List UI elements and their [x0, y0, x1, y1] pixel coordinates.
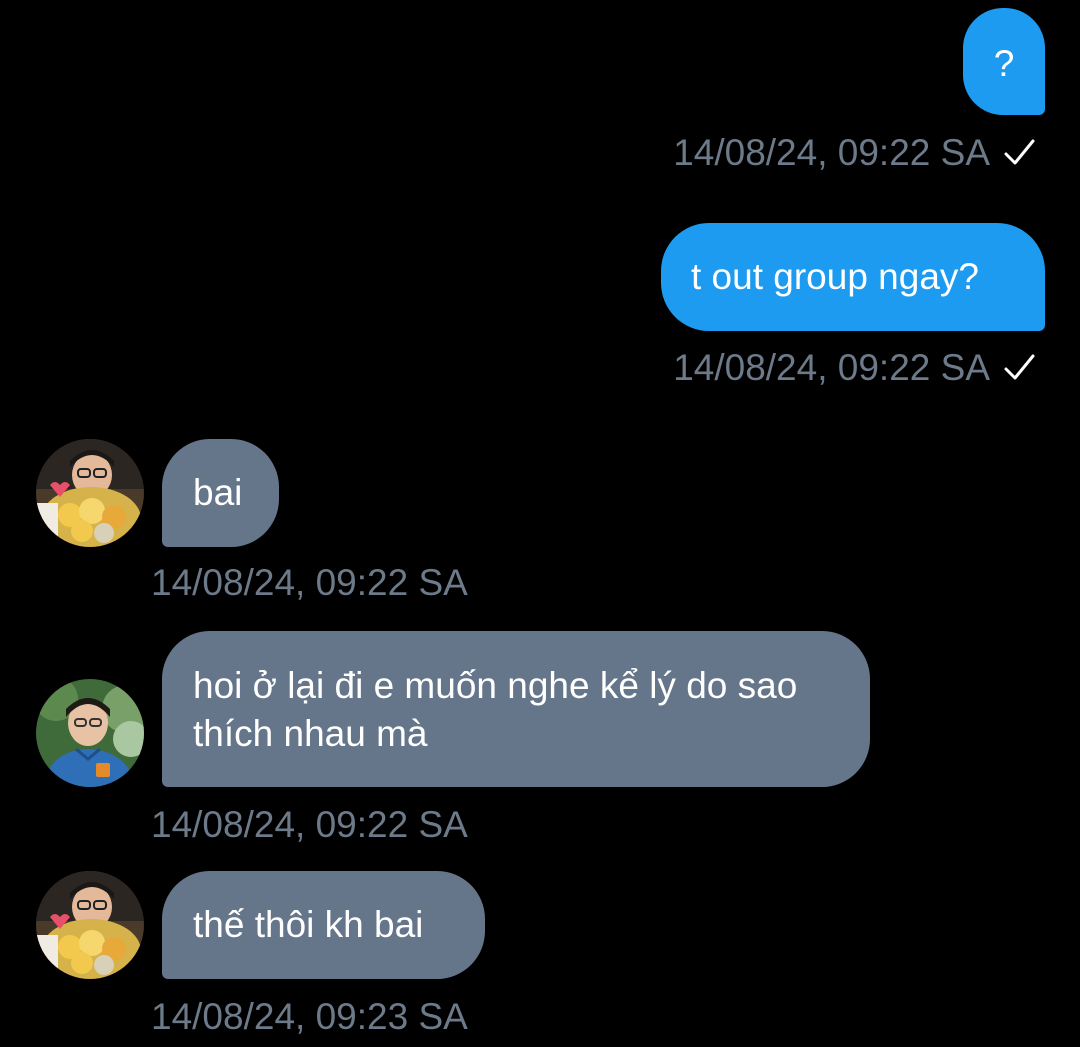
message-timestamp: 14/08/24, 09:23 SA — [151, 996, 468, 1037]
message-text: bai — [193, 472, 243, 513]
message-bubble-sent[interactable]: t out group ngay? — [661, 223, 1045, 331]
message-text: hoi ở lại đi e muốn nghe kể lý do sao th… — [193, 665, 798, 754]
message-text: thế thôi kh bai — [193, 904, 424, 945]
message-timestamp: 14/08/24, 09:22 SA — [151, 804, 468, 845]
message-timestamp: 14/08/24, 09:22 SA — [673, 132, 990, 173]
message-bubble-received[interactable]: thế thôi kh bai — [162, 871, 485, 979]
avatar-user-blue-shirt[interactable] — [36, 679, 144, 787]
check-icon — [1004, 354, 1035, 380]
message-bubble-received[interactable]: hoi ở lại đi e muốn nghe kể lý do sao th… — [162, 631, 870, 787]
message-text: t out group ngay? — [691, 256, 979, 297]
message-text: ? — [993, 43, 1015, 84]
message-timestamp: 14/08/24, 09:22 SA — [673, 347, 990, 388]
message-bubble-sent[interactable]: ? — [963, 8, 1045, 115]
message-bubble-received[interactable]: bai — [162, 439, 279, 547]
message-timestamp: 14/08/24, 09:22 SA — [151, 562, 468, 603]
check-icon — [1004, 139, 1035, 165]
avatar-user-bouquet[interactable] — [36, 871, 144, 979]
avatar-user-bouquet[interactable] — [36, 439, 144, 547]
